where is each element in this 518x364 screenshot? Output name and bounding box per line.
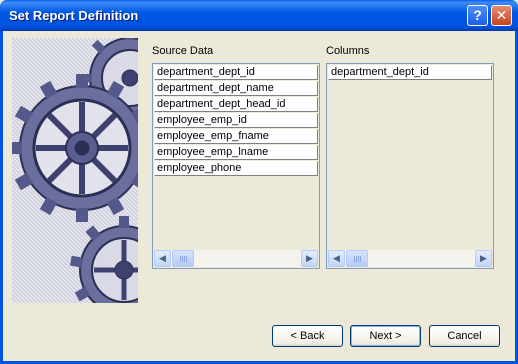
scroll-thumb[interactable]: [172, 250, 194, 267]
gears-illustration: [12, 38, 138, 303]
scroll-right-arrow-icon[interactable]: ▶: [475, 250, 492, 267]
list-item[interactable]: department_dept_id: [154, 65, 318, 80]
dialog-body: Source Data department_dept_id departmen…: [3, 31, 515, 361]
columns-label: Columns: [326, 45, 370, 57]
grip-icon: [354, 256, 361, 262]
list-item[interactable]: department_dept_id: [328, 65, 492, 80]
back-button[interactable]: < Back: [272, 325, 343, 347]
cancel-button[interactable]: Cancel: [429, 325, 500, 347]
window-title: Set Report Definition: [9, 8, 139, 23]
close-button[interactable]: ✕: [491, 5, 512, 26]
list-item[interactable]: employee_emp_id: [154, 113, 318, 128]
list-item[interactable]: employee_phone: [154, 161, 318, 176]
columns-horizontal-scrollbar[interactable]: ◀ ▶: [328, 250, 492, 267]
scroll-left-arrow-icon[interactable]: ◀: [328, 250, 345, 267]
scroll-right-arrow-icon[interactable]: ▶: [301, 250, 318, 267]
dialog-window: Set Report Definition ? ✕ Source Data de…: [0, 0, 518, 364]
scroll-left-arrow-icon[interactable]: ◀: [154, 250, 171, 267]
list-item[interactable]: department_dept_head_id: [154, 97, 318, 112]
list-item[interactable]: employee_emp_lname: [154, 145, 318, 160]
list-item[interactable]: department_dept_name: [154, 81, 318, 96]
next-button[interactable]: Next >: [350, 325, 421, 347]
title-bar[interactable]: Set Report Definition ? ✕: [0, 0, 518, 31]
scroll-thumb[interactable]: [346, 250, 368, 267]
list-item[interactable]: employee_emp_fname: [154, 129, 318, 144]
source-data-label: Source Data: [152, 45, 214, 57]
help-button[interactable]: ?: [467, 5, 488, 26]
columns-list[interactable]: department_dept_id ◀ ▶: [326, 63, 494, 269]
source-data-list[interactable]: department_dept_id department_dept_name …: [152, 63, 320, 269]
grip-icon: [180, 256, 187, 262]
source-horizontal-scrollbar[interactable]: ◀ ▶: [154, 250, 318, 267]
